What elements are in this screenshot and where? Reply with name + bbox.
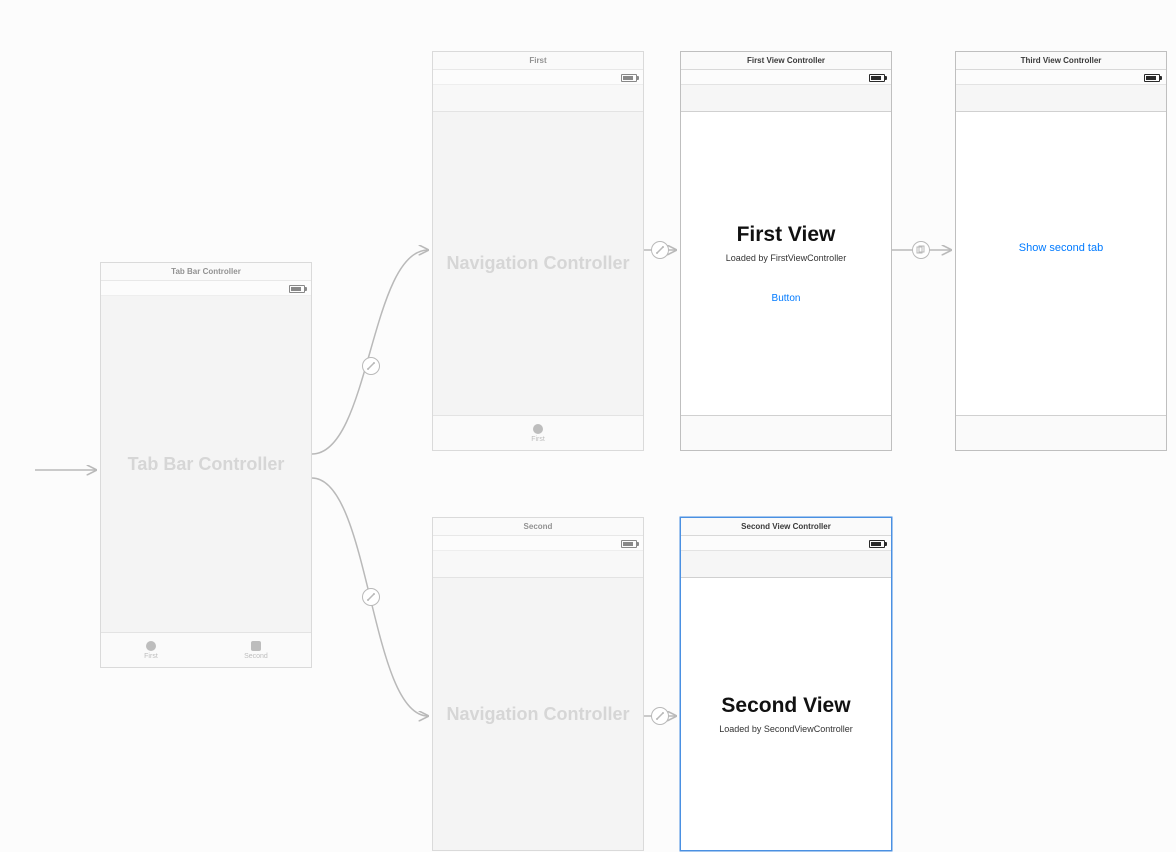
tab-bar: First Second <box>101 632 311 667</box>
scene-navigation-controller-first[interactable]: First Navigation Controller First <box>432 51 644 451</box>
tab-bar-placeholder <box>681 415 891 450</box>
scene-title: Tab Bar Controller <box>101 263 311 281</box>
button[interactable]: Button <box>772 293 801 304</box>
tab-item-first[interactable]: First <box>144 641 158 660</box>
battery-icon <box>621 540 637 548</box>
scene-body: Navigation Controller <box>433 578 643 850</box>
status-bar <box>681 536 891 551</box>
scene-body: Tab Bar Controller <box>101 296 311 632</box>
scene-body: Second View Loaded by SecondViewControll… <box>681 578 891 850</box>
tab-item-label: Second <box>244 653 268 660</box>
tab-bar-placeholder <box>956 415 1166 450</box>
segue-badge-show-icon[interactable] <box>912 241 930 259</box>
scene-tab-bar-controller[interactable]: Tab Bar Controller Tab Bar Controller Fi… <box>100 262 312 668</box>
scene-title: First View Controller <box>681 52 891 70</box>
segue-badge-relationship-icon[interactable] <box>651 241 669 259</box>
placeholder-title: Navigation Controller <box>446 704 629 725</box>
view-title-label: Second View <box>721 694 850 718</box>
tab-item-label: First <box>531 436 545 443</box>
view-subtitle-label: Loaded by SecondViewController <box>719 724 852 734</box>
view-title-label: First View <box>737 223 836 247</box>
tab-item-first[interactable]: First <box>531 424 545 443</box>
scene-body: Navigation Controller <box>433 112 643 415</box>
battery-icon <box>869 540 885 548</box>
circle-icon <box>146 641 156 651</box>
segue-badge-relationship-icon[interactable] <box>362 588 380 606</box>
tab-item-label: First <box>144 653 158 660</box>
tab-item-second[interactable]: Second <box>244 641 268 660</box>
scene-second-view-controller[interactable]: Second View Controller Second View Loade… <box>680 517 892 851</box>
navigation-bar <box>681 551 891 578</box>
navigation-bar <box>681 85 891 112</box>
storyboard-canvas[interactable]: Tab Bar Controller Tab Bar Controller Fi… <box>0 0 1176 852</box>
navigation-bar <box>433 551 643 578</box>
navigation-bar <box>433 85 643 112</box>
view-subtitle-label: Loaded by FirstViewController <box>726 253 846 263</box>
battery-icon <box>289 285 305 293</box>
status-bar <box>956 70 1166 85</box>
scene-first-view-controller[interactable]: First View Controller First View Loaded … <box>680 51 892 451</box>
scene-third-view-controller[interactable]: Third View Controller Show second tab <box>955 51 1167 451</box>
scene-navigation-controller-second[interactable]: Second Navigation Controller <box>432 517 644 851</box>
status-bar <box>433 536 643 551</box>
navigation-bar <box>956 85 1166 112</box>
scene-body: Show second tab <box>956 112 1166 415</box>
battery-icon <box>869 74 885 82</box>
status-bar <box>433 70 643 85</box>
segue-badge-relationship-icon[interactable] <box>651 707 669 725</box>
placeholder-title: Tab Bar Controller <box>128 454 285 475</box>
segue-badge-relationship-icon[interactable] <box>362 357 380 375</box>
placeholder-title: Navigation Controller <box>446 253 629 274</box>
scene-title: Second <box>433 518 643 536</box>
scene-title: First <box>433 52 643 70</box>
battery-icon <box>1144 74 1160 82</box>
status-bar <box>681 70 891 85</box>
circle-icon <box>533 424 543 434</box>
tab-bar: First <box>433 415 643 450</box>
scene-title: Third View Controller <box>956 52 1166 70</box>
square-icon <box>251 641 261 651</box>
scene-title: Second View Controller <box>681 518 891 536</box>
show-second-tab-button[interactable]: Show second tab <box>1019 242 1103 254</box>
status-bar <box>101 281 311 296</box>
battery-icon <box>621 74 637 82</box>
scene-body: First View Loaded by FirstViewController… <box>681 112 891 415</box>
